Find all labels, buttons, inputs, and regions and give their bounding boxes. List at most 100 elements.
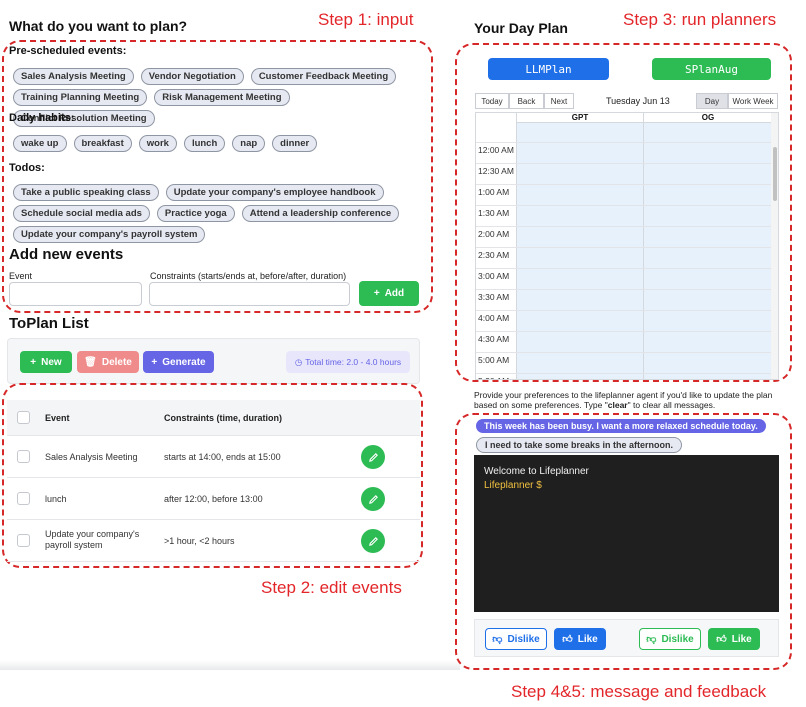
time-slot-line bbox=[476, 373, 771, 374]
time-slot-label: 5:30 AM bbox=[478, 376, 509, 379]
lifeplanner-terminal[interactable]: Welcome to Lifeplanner Lifeplanner $ bbox=[474, 455, 779, 612]
chip-todo[interactable]: Practice yoga bbox=[156, 205, 235, 222]
row-event: lunch bbox=[45, 494, 67, 504]
daily-habits-label: Daily habits: bbox=[9, 112, 75, 124]
page-fold-shadow bbox=[0, 660, 460, 670]
chip-habit[interactable]: breakfast bbox=[73, 135, 132, 152]
total-time-badge: ◷ Total time: 2.0 - 4.0 hours bbox=[286, 351, 410, 373]
time-slot-line bbox=[476, 352, 771, 353]
select-all-checkbox[interactable] bbox=[17, 411, 30, 424]
delete-button[interactable]: 🗑 Delete bbox=[77, 351, 139, 373]
chip-habit[interactable]: lunch bbox=[183, 135, 226, 152]
time-slot-line bbox=[476, 289, 771, 290]
terminal-prompt: Lifeplanner $ bbox=[484, 480, 542, 491]
chip-pre-event[interactable]: Training Planning Meeting bbox=[13, 89, 148, 106]
clock-icon: ◷ bbox=[294, 356, 303, 367]
time-slot-label: 12:00 AM bbox=[478, 145, 514, 155]
like-label: Like bbox=[577, 633, 598, 645]
pencil-icon bbox=[368, 494, 378, 504]
event-field-label: Event bbox=[9, 271, 33, 281]
preferences-hint: Provide your preferences to the lifeplan… bbox=[474, 390, 784, 410]
time-slot-label: 2:30 AM bbox=[478, 250, 510, 260]
calendar-grid: GPT OG 12:00 AM 12:30 AM 1:00 AM 1:30 AM 2:0… bbox=[475, 112, 779, 380]
chip-pre-event[interactable]: Vendor Negotiation bbox=[140, 68, 244, 85]
chip-habit[interactable]: work bbox=[138, 135, 177, 152]
step2-label: Step 2: edit events bbox=[261, 578, 402, 597]
plus-icon: + bbox=[151, 356, 158, 368]
edit-button[interactable] bbox=[361, 445, 385, 469]
pre-scheduled-label: Pre-scheduled events: bbox=[9, 45, 127, 57]
og-like-button[interactable]: 👍︎ Like bbox=[708, 628, 760, 650]
row-constraints: starts at 14:00, ends at 15:00 bbox=[164, 452, 281, 462]
col-constraints-header: Constraints (time, duration) bbox=[164, 413, 283, 423]
row-event: Update your company's payroll system bbox=[45, 529, 140, 550]
row-constraints: >1 hour, <2 hours bbox=[164, 536, 235, 546]
week-view-button[interactable]: Work Week bbox=[728, 93, 778, 109]
dislike-label: Dislike bbox=[507, 633, 540, 645]
chip-todo[interactable]: Take a public speaking class bbox=[13, 184, 159, 201]
time-slot-label: 3:00 AM bbox=[478, 271, 510, 281]
step45-label: Step 4&5: message and feedback bbox=[511, 682, 767, 701]
edit-button[interactable] bbox=[361, 529, 385, 553]
new-button[interactable]: + New bbox=[20, 351, 72, 373]
today-button[interactable]: Today bbox=[475, 93, 509, 109]
constraints-input[interactable] bbox=[149, 282, 350, 306]
llmplan-button[interactable]: LLMPlan bbox=[488, 58, 609, 80]
back-button[interactable]: Back bbox=[509, 93, 544, 109]
todos-chips: Take a public speaking class Update your… bbox=[13, 184, 413, 243]
add-button[interactable]: + Add bbox=[359, 281, 419, 306]
total-time-text: Total time: 2.0 - 4.0 hours bbox=[305, 357, 402, 367]
chip-habit[interactable]: dinner bbox=[272, 135, 318, 152]
gpt-like-button[interactable]: 👍︎ Like bbox=[554, 628, 606, 650]
chip-todo[interactable]: Update your company's employee handbook bbox=[165, 184, 384, 201]
next-button[interactable]: Next bbox=[544, 93, 574, 109]
add-events-title: Add new events bbox=[9, 246, 124, 263]
plus-icon: + bbox=[30, 356, 37, 368]
new-button-label: New bbox=[41, 356, 62, 368]
gpt-dislike-button[interactable]: 👎︎ Dislike bbox=[485, 628, 547, 650]
table-row: Update your company's payroll system >1 … bbox=[7, 520, 420, 562]
time-slot-line bbox=[476, 163, 771, 164]
time-slot-line bbox=[476, 205, 771, 206]
time-slot-line bbox=[476, 226, 771, 227]
hint-text-post: " to clear all messages. bbox=[627, 400, 716, 410]
splanaug-button[interactable]: SPlanAug bbox=[652, 58, 771, 80]
time-slot-label: 3:30 AM bbox=[478, 292, 510, 302]
generate-button[interactable]: + Generate bbox=[143, 351, 214, 373]
chip-pre-event[interactable]: Customer Feedback Meeting bbox=[250, 68, 397, 85]
time-slot-label: 1:00 AM bbox=[478, 187, 510, 197]
chip-pre-event[interactable]: Risk Management Meeting bbox=[154, 89, 290, 106]
dislike-label: Dislike bbox=[661, 633, 694, 645]
add-button-label: Add bbox=[384, 288, 405, 299]
chip-todo[interactable]: Attend a leadership conference bbox=[241, 205, 400, 222]
event-input[interactable] bbox=[9, 282, 142, 306]
scrollbar-thumb[interactable] bbox=[773, 147, 777, 201]
row-event: Sales Analysis Meeting bbox=[45, 452, 138, 462]
chip-pre-event[interactable]: Sales Analysis Meeting bbox=[13, 68, 134, 85]
chip-habit[interactable]: wake up bbox=[13, 135, 67, 152]
row-checkbox[interactable] bbox=[17, 492, 30, 505]
row-constraints: after 12:00, before 13:00 bbox=[164, 494, 263, 504]
step1-label: Step 1: input bbox=[318, 10, 414, 29]
chip-todo[interactable]: Schedule social media ads bbox=[13, 205, 150, 222]
plus-icon: + bbox=[373, 288, 380, 299]
row-checkbox[interactable] bbox=[17, 450, 30, 463]
thumbs-up-icon: 👍︎ bbox=[716, 634, 727, 645]
edit-button[interactable] bbox=[361, 487, 385, 511]
constraints-field-label: Constraints (starts/ends at, before/afte… bbox=[150, 271, 347, 281]
og-dislike-button[interactable]: 👎︎ Dislike bbox=[639, 628, 701, 650]
suggestion-chip[interactable]: This week has been busy. I want a more r… bbox=[476, 419, 766, 433]
day-view-button[interactable]: Day bbox=[696, 93, 728, 109]
row-checkbox[interactable] bbox=[17, 534, 30, 547]
chip-habit[interactable]: nap bbox=[232, 135, 266, 152]
time-slot-label: 4:30 AM bbox=[478, 334, 510, 344]
time-slot-label: 2:00 AM bbox=[478, 229, 510, 239]
col-event-header: Event bbox=[45, 413, 70, 423]
hint-text-clear: clear bbox=[607, 400, 628, 410]
input-title: What do you want to plan? bbox=[9, 18, 188, 34]
chip-todo[interactable]: Update your company's payroll system bbox=[13, 226, 206, 243]
generate-button-label: Generate bbox=[162, 356, 206, 368]
suggestion-chip[interactable]: I need to take some breaks in the aftern… bbox=[476, 437, 683, 453]
todos-label: Todos: bbox=[9, 162, 45, 174]
time-slot-line bbox=[476, 268, 771, 269]
